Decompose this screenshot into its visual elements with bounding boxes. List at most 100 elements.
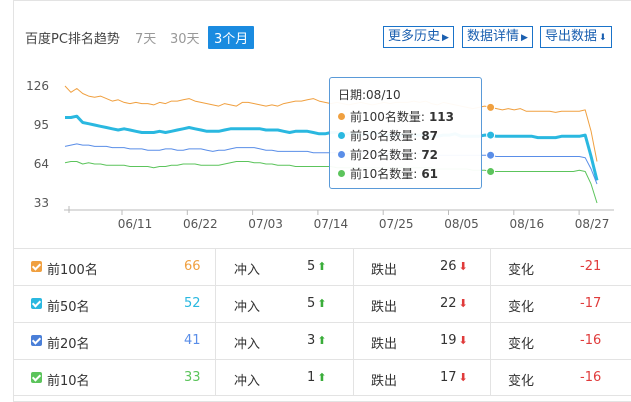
- in-label: 冲入: [234, 337, 261, 352]
- out-number: 22: [440, 296, 457, 311]
- tooltip-label: 前50名数量:: [350, 129, 418, 143]
- divider: [353, 360, 354, 396]
- arrow-down-icon: ⬇: [458, 260, 468, 273]
- arrow-down-icon: ⬇: [458, 334, 468, 347]
- x-tick-label: 07/25: [379, 217, 414, 231]
- divider: [490, 286, 491, 322]
- more-history-button[interactable]: 更多历史 ▶: [383, 26, 454, 48]
- arrow-up-icon: ⬆: [317, 297, 327, 310]
- table-row-top100: 前100名 66 冲入 5 ⬆ 跌出 26 ⬇ 变化 -21: [14, 248, 631, 285]
- tooltip-label: 前20名数量:: [350, 148, 418, 162]
- x-tick-label: 08/27: [575, 217, 610, 231]
- dot-icon: [338, 151, 345, 158]
- out-label: 跌出: [371, 300, 398, 315]
- y-tick-label: 64: [34, 157, 49, 171]
- tooltip-value: 61: [421, 166, 439, 181]
- x-tick-label: 08/16: [510, 217, 545, 231]
- out-number: 17: [440, 370, 457, 385]
- highlight-point: [486, 167, 496, 177]
- tooltip-date: 日期:08/10: [338, 88, 401, 102]
- caret-right-icon: ▶: [521, 33, 528, 43]
- row-label: 前100名: [47, 263, 98, 278]
- range-3m-tab[interactable]: 3个月: [208, 26, 255, 49]
- y-tick-label: 95: [34, 118, 49, 132]
- download-icon: ⬇: [599, 33, 607, 43]
- divider: [490, 249, 491, 285]
- tooltip-row-top50: 前50名数量: 87: [338, 126, 473, 145]
- trend-chart[interactable]: 126 95 64 33 06/11 06/22 07/03 07/14 07/25 08/05 0…: [14, 50, 631, 248]
- out-label: 跌出: [371, 337, 398, 352]
- table-row-top50: 前50名 52 冲入 5 ⬆ 跌出 22 ⬇ 变化 -17: [14, 285, 631, 322]
- export-data-label: 导出数据: [545, 29, 598, 44]
- data-details-button[interactable]: 数据详情 ▶: [462, 26, 533, 48]
- table-row-top20: 前20名 41 冲入 3 ⬆ 跌出 19 ⬇ 变化 -16: [14, 322, 631, 359]
- highlight-point: [486, 130, 496, 140]
- x-tick-label: 06/11: [118, 217, 153, 231]
- tooltip-label: 前10名数量:: [350, 167, 418, 181]
- out-number: 19: [440, 333, 457, 348]
- change-label: 变化: [508, 263, 535, 278]
- range-30d-tab[interactable]: 30天: [170, 28, 200, 47]
- change-label: 变化: [508, 300, 535, 315]
- in-label: 冲入: [234, 263, 261, 278]
- x-tick-label: 06/22: [183, 217, 218, 231]
- range-7d-tab[interactable]: 7天: [135, 28, 156, 47]
- divider: [215, 323, 216, 359]
- out-label: 跌出: [371, 374, 398, 389]
- in-label: 冲入: [234, 374, 261, 389]
- tooltip-row-top20: 前20名数量: 72: [338, 145, 473, 164]
- in-value: 5 ⬆: [307, 296, 327, 311]
- tooltip-value: 113: [428, 109, 455, 124]
- series-checkbox[interactable]: [31, 298, 42, 309]
- table-row-top10: 前10名 33 冲入 1 ⬆ 跌出 17 ⬇ 变化 -16: [14, 359, 631, 396]
- panel-header: 百度PC排名趋势 7天 30天 3个月 更多历史 ▶ 数据详情 ▶ 导出数据 ⬇: [14, 0, 631, 50]
- out-value: 22 ⬇: [440, 296, 468, 311]
- rank-stats-table: 前100名 66 冲入 5 ⬆ 跌出 26 ⬇ 变化 -21 前50名 52 冲入 5 ⬆ 跌出 22 ⬇ 变化 -1…: [14, 248, 631, 396]
- row-count: 33: [184, 370, 201, 385]
- row-label: 前50名: [47, 300, 90, 315]
- arrow-up-icon: ⬆: [317, 371, 327, 384]
- export-data-button[interactable]: 导出数据 ⬇: [540, 26, 612, 48]
- series-checkbox[interactable]: [31, 372, 42, 383]
- change-value: -17: [580, 296, 602, 311]
- trend-panel: 百度PC排名趋势 7天 30天 3个月 更多历史 ▶ 数据详情 ▶ 导出数据 ⬇ 12…: [13, 0, 631, 402]
- y-tick-label: 33: [34, 196, 49, 210]
- highlight-point: [486, 102, 496, 112]
- tooltip-value: 87: [421, 128, 439, 143]
- data-details-label: 数据详情: [467, 29, 520, 44]
- divider: [353, 249, 354, 285]
- y-tick-label: 126: [26, 79, 49, 93]
- dot-icon: [338, 113, 345, 120]
- in-value: 1 ⬆: [307, 370, 327, 385]
- row-count: 66: [184, 259, 201, 274]
- out-value: 17 ⬇: [440, 370, 468, 385]
- trend-chart-svg: 126 95 64 33 06/11 06/22 07/03 07/14 07/25 08/05 0…: [26, 79, 614, 231]
- divider: [353, 286, 354, 322]
- divider: [215, 249, 216, 285]
- divider: [353, 323, 354, 359]
- series-checkbox[interactable]: [31, 335, 42, 346]
- in-value: 5 ⬆: [307, 259, 327, 274]
- tooltip-row-top10: 前10名数量: 61: [338, 164, 473, 183]
- change-value: -16: [580, 370, 602, 385]
- in-value: 3 ⬆: [307, 333, 327, 348]
- tooltip-value: 72: [421, 147, 439, 162]
- tooltip-label: 前100名数量:: [350, 110, 425, 124]
- series-checkbox[interactable]: [31, 261, 42, 272]
- in-number: 3: [307, 333, 316, 348]
- divider: [215, 286, 216, 322]
- tooltip-row-top100: 前100名数量: 113: [338, 107, 473, 126]
- row-count: 41: [184, 333, 201, 348]
- arrow-down-icon: ⬇: [458, 371, 468, 384]
- arrow-up-icon: ⬆: [317, 334, 327, 347]
- panel-title: 百度PC排名趋势: [25, 32, 120, 47]
- divider: [215, 360, 216, 396]
- divider: [490, 323, 491, 359]
- arrow-down-icon: ⬇: [458, 297, 468, 310]
- out-label: 跌出: [371, 263, 398, 278]
- x-tick-label: 07/14: [314, 217, 349, 231]
- change-label: 变化: [508, 374, 535, 389]
- out-value: 26 ⬇: [440, 259, 468, 274]
- more-history-label: 更多历史: [388, 29, 441, 44]
- in-number: 1: [307, 370, 316, 385]
